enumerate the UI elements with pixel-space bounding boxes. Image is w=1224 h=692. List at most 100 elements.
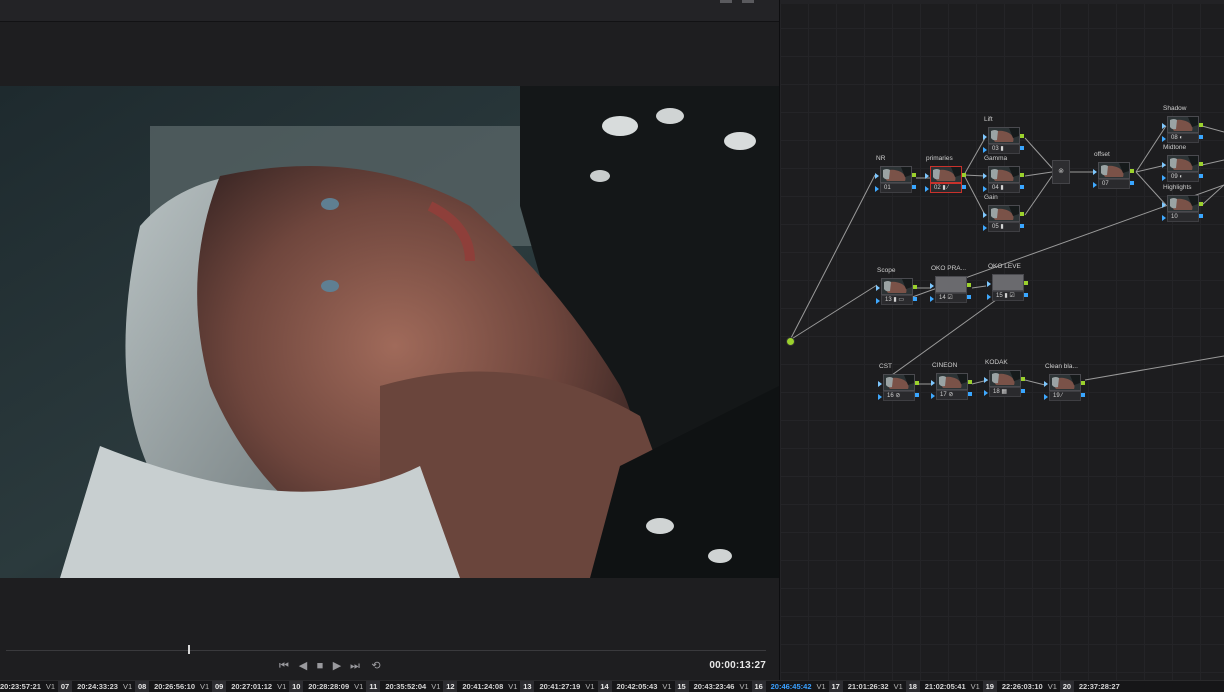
- node-input-icon[interactable]: [983, 134, 987, 140]
- clip-item[interactable]: 20:26:56:10 V1 09: [154, 681, 227, 692]
- node-key-output-icon[interactable]: [968, 392, 972, 396]
- node-key-input-icon[interactable]: [875, 186, 879, 192]
- viewer-option-icon[interactable]: [742, 0, 754, 3]
- clip-item[interactable]: 22:26:03:10 V1 20: [1002, 681, 1074, 692]
- node-input-icon[interactable]: [925, 173, 929, 179]
- node-input-icon[interactable]: [987, 281, 991, 287]
- node-output-icon[interactable]: [1081, 381, 1085, 385]
- node-highlights[interactable]: Highlights 10: [1162, 184, 1203, 223]
- node-key-input-icon[interactable]: [876, 298, 880, 304]
- stop-button[interactable]: ■: [312, 659, 328, 673]
- node-key-output-icon[interactable]: [912, 185, 916, 189]
- clip-item[interactable]: 20:23:57:21 V1 07: [0, 681, 73, 692]
- node-output-icon[interactable]: [1020, 134, 1024, 138]
- node-key-input-icon[interactable]: [1093, 182, 1097, 188]
- node-output-icon[interactable]: [1130, 169, 1134, 173]
- node-key-output-icon[interactable]: [1021, 389, 1025, 393]
- node-input-icon[interactable]: [984, 377, 988, 383]
- node-input-icon[interactable]: [875, 173, 879, 179]
- node-output-icon[interactable]: [1199, 123, 1203, 127]
- node-key-output-icon[interactable]: [1199, 135, 1203, 139]
- node-primaries[interactable]: primaries 02 ▮ ⁄: [925, 155, 966, 194]
- node-nr[interactable]: NR 01: [875, 155, 916, 194]
- clip-item[interactable]: 20:41:24:08 V1 13: [462, 681, 535, 692]
- node-input-icon[interactable]: [1162, 162, 1166, 168]
- node-input-icon[interactable]: [1044, 381, 1048, 387]
- node-key-input-icon[interactable]: [1162, 175, 1166, 181]
- node-key-input-icon[interactable]: [1162, 136, 1166, 142]
- node-input-icon[interactable]: [930, 283, 934, 289]
- node-key-output-icon[interactable]: [1199, 174, 1203, 178]
- node-input-icon[interactable]: [983, 173, 987, 179]
- node-key-output-icon[interactable]: [1081, 393, 1085, 397]
- clip-item[interactable]: 20:35:52:04 V1 12: [385, 681, 458, 692]
- node-output-icon[interactable]: [962, 173, 966, 177]
- node-input-icon[interactable]: [1162, 202, 1166, 208]
- play-button[interactable]: ▶: [329, 659, 345, 673]
- node-input-icon[interactable]: [878, 381, 882, 387]
- node-kodak[interactable]: KODAK 18 ▦: [984, 359, 1025, 398]
- node-key-output-icon[interactable]: [962, 185, 966, 189]
- clip-item[interactable]: 20:46:45:42 V1 17: [771, 681, 843, 692]
- node-cst[interactable]: CST 16 ⊘: [878, 363, 919, 402]
- go-to-start-button[interactable]: ⏮: [276, 659, 292, 673]
- node-key-output-icon[interactable]: [915, 393, 919, 397]
- clip-item[interactable]: 20:28:28:09 V1 11: [308, 681, 381, 692]
- playhead[interactable]: [188, 645, 191, 654]
- node-input-icon[interactable]: [1162, 123, 1166, 129]
- node-key-input-icon[interactable]: [983, 186, 987, 192]
- scrubber-track[interactable]: [6, 650, 766, 651]
- node-output-icon[interactable]: [967, 283, 971, 287]
- node-input-icon[interactable]: [983, 212, 987, 218]
- node-cineon[interactable]: CINEON 17 ⊘: [931, 362, 972, 401]
- node-output-icon[interactable]: [912, 173, 916, 177]
- node-key-output-icon[interactable]: [1024, 293, 1028, 297]
- node-output-icon[interactable]: [913, 285, 917, 289]
- node-key-input-icon[interactable]: [987, 294, 991, 300]
- node-midtone[interactable]: Midtone 09 ◐: [1162, 144, 1203, 183]
- clip-item[interactable]: 20:43:23:46 V1 16: [694, 681, 766, 692]
- node-input-icon[interactable]: [931, 380, 935, 386]
- clip-item[interactable]: 20:42:05:43 V1 15: [617, 681, 689, 692]
- node-key-input-icon[interactable]: [1044, 394, 1048, 400]
- node-key-output-icon[interactable]: [1020, 146, 1024, 150]
- node-output-icon[interactable]: [968, 380, 972, 384]
- node-key-input-icon[interactable]: [1162, 215, 1166, 221]
- node-key-input-icon[interactable]: [983, 147, 987, 153]
- node-shadow[interactable]: Shadow 08 ◐: [1162, 105, 1203, 144]
- node-key-input-icon[interactable]: [984, 390, 988, 396]
- node-key-input-icon[interactable]: [983, 225, 987, 231]
- node-graph[interactable]: NR 01 primaries 02 ▮ ⁄ Lift 03 ▮ Gamma 0…: [780, 0, 1224, 680]
- node-offset[interactable]: offset 07: [1093, 151, 1134, 190]
- node-output-icon[interactable]: [1020, 212, 1024, 216]
- viewer-option-icon[interactable]: [720, 0, 732, 3]
- node-output-icon[interactable]: [1024, 281, 1028, 285]
- node-key-input-icon[interactable]: [878, 394, 882, 400]
- node-output-icon[interactable]: [915, 381, 919, 385]
- clip-item[interactable]: 20:27:01:12 V1 10: [231, 681, 304, 692]
- node-key-output-icon[interactable]: [1020, 224, 1024, 228]
- clip-item[interactable]: 21:01:26:32 V1 18: [848, 681, 920, 692]
- node-scope[interactable]: Scope 13 ▮ ▭: [876, 267, 917, 306]
- node-gamma[interactable]: Gamma 04 ▮: [983, 155, 1024, 194]
- node-key-input-icon[interactable]: [925, 186, 929, 192]
- loop-button[interactable]: ⟲: [368, 659, 384, 673]
- node-key-output-icon[interactable]: [1020, 185, 1024, 189]
- node-key-output-icon[interactable]: [967, 295, 971, 299]
- node-oko-leve[interactable]: OKO LEVE 15 ▮ ☑: [987, 263, 1028, 302]
- node-key-output-icon[interactable]: [1199, 214, 1203, 218]
- clip-item[interactable]: 20:41:27:19 V1 14: [539, 681, 612, 692]
- node-clean-black[interactable]: Clean bla... 19 ⁄: [1044, 363, 1085, 402]
- go-to-end-button[interactable]: ⏭: [347, 659, 363, 673]
- node-gain[interactable]: Gain 05 ▮: [983, 194, 1024, 233]
- node-lift[interactable]: Lift 03 ▮: [983, 116, 1024, 155]
- clip-item[interactable]: 22:37:28:27: [1079, 681, 1125, 692]
- previous-frame-button[interactable]: ◀: [295, 659, 311, 673]
- mixer-node[interactable]: ⊗: [1052, 160, 1070, 184]
- node-key-input-icon[interactable]: [930, 296, 934, 302]
- node-input-icon[interactable]: [1093, 169, 1097, 175]
- node-oko-pra[interactable]: OKO PRA... 14 ☑: [930, 265, 971, 304]
- clip-item[interactable]: 21:02:05:41 V1 19: [925, 681, 997, 692]
- source-input-node[interactable]: [786, 337, 795, 346]
- node-key-output-icon[interactable]: [913, 297, 917, 301]
